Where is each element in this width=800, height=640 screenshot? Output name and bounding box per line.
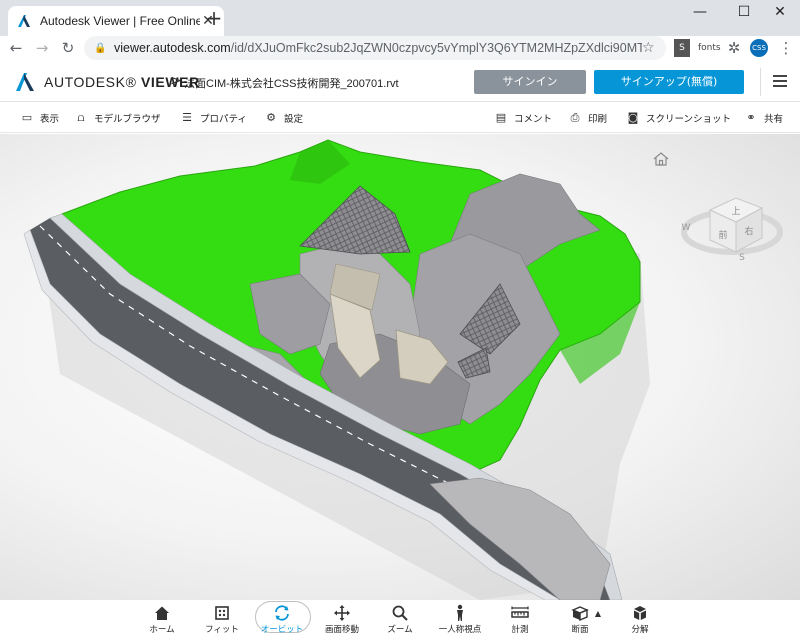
minimize-icon[interactable]: — — [680, 0, 720, 24]
zoom-button[interactable]: ズーム — [370, 600, 430, 640]
measure-label: 計測 — [511, 625, 529, 635]
extension-fonts-icon[interactable]: fonts — [698, 39, 721, 57]
print-icon: ⎙ — [570, 111, 580, 124]
comment-button[interactable]: ▤ コメント — [494, 110, 552, 126]
forward-icon[interactable]: → — [32, 38, 52, 58]
hamburger-menu-icon[interactable] — [766, 72, 794, 92]
browser-tab-strip: Autodesk Viewer | Free Online Fil ✕ + — … — [0, 0, 800, 36]
viewcube-home-icon[interactable] — [652, 150, 670, 168]
home-icon — [155, 606, 169, 620]
extensions-puzzle-icon[interactable]: ✲ — [724, 38, 744, 58]
fit-label: フィット — [205, 625, 239, 635]
viewcube-top-label: 上 — [731, 206, 740, 217]
view-menu-button[interactable]: ▭ 表示 — [20, 110, 59, 126]
comment-icon: ▤ — [495, 111, 507, 124]
screenshot-label: スクリーンショット — [646, 114, 732, 125]
explode-icon — [634, 606, 646, 620]
sign-in-button[interactable]: サインイン — [474, 70, 586, 94]
orbit-icon — [275, 605, 289, 621]
header-divider — [760, 68, 761, 96]
model-tree-icon: ⩍ — [77, 111, 85, 124]
gear-icon: ⚙ — [266, 111, 276, 124]
back-icon[interactable]: ← — [6, 38, 26, 58]
viewcube-right-label: 右 — [744, 225, 753, 237]
viewcube-front-label: 前 — [718, 229, 727, 241]
compass-west-label: W — [682, 223, 691, 233]
comment-label: コメント — [514, 114, 553, 125]
browser-toolbar: ← → ↻ 🔒 viewer.autodesk.com/id/dXJuOmFkc… — [0, 36, 800, 60]
orbit-label: オービット — [260, 625, 304, 635]
address-bar[interactable]: 🔒 viewer.autodesk.com/id/dXJuOmFkc2sub2J… — [84, 36, 666, 60]
measure-icon — [511, 606, 529, 618]
properties-button[interactable]: ☰ プロパティ — [180, 110, 247, 126]
model-browser-label: モデルブラウザ — [94, 114, 161, 125]
properties-icon: ☰ — [182, 111, 192, 124]
fit-button[interactable]: フィット — [192, 600, 252, 640]
lock-icon: 🔒 — [94, 42, 107, 54]
print-button[interactable]: ⎙ 印刷 — [568, 110, 607, 126]
breadcrumb-separator: > — [170, 73, 182, 89]
first-person-button[interactable]: 一人称視点 — [430, 600, 490, 640]
new-tab-icon[interactable]: + — [204, 8, 224, 30]
section-expand-caret-icon[interactable]: ▲ — [592, 600, 604, 640]
share-icon: ⚭ — [746, 111, 756, 124]
compass-south-label: S — [739, 253, 745, 263]
close-window-icon[interactable]: ✕ — [760, 0, 800, 24]
section-icon — [571, 606, 589, 622]
first-person-label: 一人称視点 — [438, 625, 482, 635]
maximize-icon[interactable]: ☐ — [724, 0, 764, 24]
bottom-toolbar: ホーム フィット オービット 画面移動 ズーム 一人称視点 計測 断面 ▲ 分解 — [0, 600, 800, 640]
pan-icon — [334, 605, 350, 621]
extension-css-icon[interactable]: CSS — [750, 39, 768, 57]
bookmark-star-icon[interactable]: ☆ — [642, 40, 660, 56]
app-header: AUTODESK® VIEWER > 法面CIM-株式会社CSS技術開発_200… — [0, 62, 800, 102]
viewcube[interactable]: 上 前 右 W S — [680, 168, 790, 288]
browser-tab[interactable]: Autodesk Viewer | Free Online Fil ✕ — [8, 6, 224, 36]
fit-icon — [215, 606, 229, 620]
pan-button[interactable]: 画面移動 — [312, 600, 372, 640]
zoom-icon — [392, 605, 408, 621]
camera-icon: ◙ — [627, 111, 639, 124]
zoom-label: ズーム — [387, 625, 413, 635]
explode-button[interactable]: 分解 — [610, 600, 670, 640]
print-label: 印刷 — [588, 114, 608, 125]
3d-viewport[interactable]: 上 前 右 W S — [0, 134, 800, 600]
home-label: ホーム — [149, 625, 175, 635]
settings-button[interactable]: ⚙ 設定 — [264, 110, 303, 126]
view-menu-label: 表示 — [40, 114, 60, 125]
viewer-toolbar: ▭ 表示 ⩍ モデルブラウザ ☰ プロパティ ⚙ 設定 ▤ コメント ⎙ 印刷 … — [0, 103, 800, 133]
screenshot-button[interactable]: ◙ スクリーンショット — [626, 110, 731, 126]
model-browser-button[interactable]: ⩍ モデルブラウザ — [74, 110, 161, 126]
browser-menu-icon[interactable]: ⋮ — [776, 38, 796, 58]
orbit-button[interactable]: オービット — [252, 600, 312, 640]
extension-s-icon[interactable]: S — [674, 39, 690, 57]
autodesk-favicon-icon — [18, 15, 30, 27]
pan-label: 画面移動 — [324, 625, 359, 635]
explode-label: 分解 — [631, 625, 649, 635]
settings-label: 設定 — [284, 114, 304, 125]
monitor-icon: ▭ — [21, 111, 33, 124]
first-person-icon — [457, 604, 463, 621]
autodesk-logo-icon — [16, 73, 34, 91]
url-text: viewer.autodesk.com/id/dXJuOmFkc2sub2JqZ… — [114, 41, 642, 55]
properties-label: プロパティ — [200, 114, 247, 125]
reload-icon[interactable]: ↻ — [58, 38, 78, 58]
sign-up-button[interactable]: サインアップ(無償) — [594, 70, 744, 94]
browser-tab-title: Autodesk Viewer | Free Online Fil — [40, 14, 200, 28]
file-name: 法面CIM-株式会社CSS技術開発_200701.rvt — [184, 78, 399, 90]
measure-button[interactable]: 計測 — [490, 600, 550, 640]
share-label: 共有 — [764, 114, 784, 125]
home-button[interactable]: ホーム — [132, 600, 192, 640]
share-button[interactable]: ⚭ 共有 — [744, 110, 783, 126]
